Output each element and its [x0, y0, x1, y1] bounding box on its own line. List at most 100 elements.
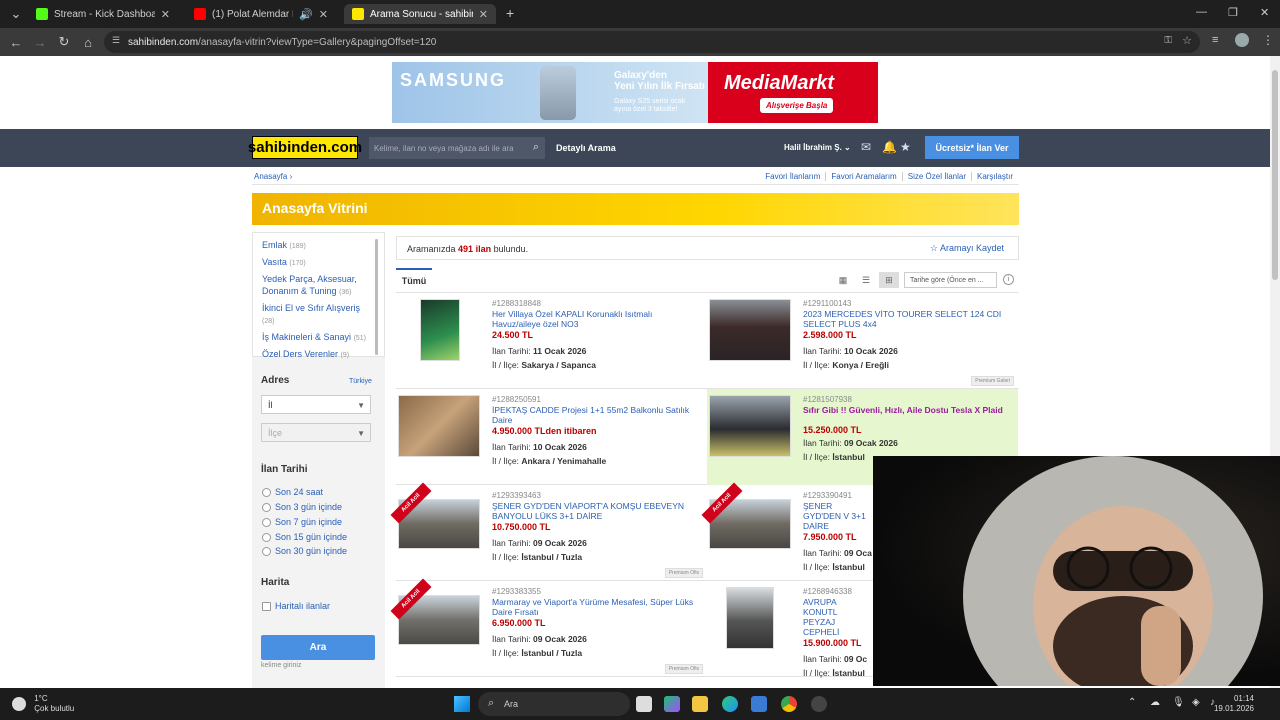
- country-link[interactable]: Türkiye: [349, 378, 372, 385]
- listing-card[interactable]: #1291100143 2023 MERCEDES VİTO TOURER SE…: [707, 293, 1018, 389]
- samsung-ad[interactable]: SAMSUNG Galaxy'den Yeni Yılın İlk Fırsatı…: [392, 62, 708, 123]
- favorites-star-icon[interactable]: ★: [900, 140, 911, 154]
- tab-search-icon[interactable]: ⌄: [4, 2, 28, 26]
- weather-widget[interactable]: 1°C Çok bulutlu: [12, 694, 74, 714]
- listing-card[interactable]: Acil Acil #1293383355 Marmaray ve Viapor…: [390, 578, 707, 677]
- chrome-icon[interactable]: [781, 696, 797, 712]
- listing-card[interactable]: Acil Acil #1293393463 ŞENER GYD'DEN VİAP…: [390, 482, 707, 581]
- speaker-icon[interactable]: 🔊: [299, 8, 313, 21]
- bell-icon[interactable]: 🔔: [882, 140, 897, 154]
- site-logo[interactable]: sahibinden.com: [248, 136, 362, 159]
- listing-card[interactable]: #1288250591 İPEKTAŞ CADDE Projesi 1+1 55…: [396, 389, 707, 485]
- listing-title[interactable]: ŞENER GYD'DEN VİAPORT'A KOMŞU EBEVEYN BA…: [492, 501, 698, 521]
- media-controls-icon[interactable]: ≡: [1212, 34, 1218, 46]
- ad-banner[interactable]: SAMSUNG Galaxy'den Yeni Yılın İlk Fırsatı…: [392, 62, 878, 123]
- tab-all[interactable]: Tümü: [396, 268, 432, 292]
- edge-icon[interactable]: [722, 696, 738, 712]
- store-icon[interactable]: [751, 696, 767, 712]
- tab-youtube[interactable]: (1) Polat Alemdar Racon Sa 🔊 ✕: [186, 4, 336, 24]
- address-bar[interactable]: ☰ sahibinden.com /anasayfa-vitrin?viewTy…: [104, 31, 1200, 53]
- save-search-link[interactable]: ☆ Aramayı Kaydet: [930, 243, 1004, 254]
- close-tab-icon[interactable]: ✕: [161, 8, 170, 21]
- mediamarkt-ad[interactable]: MediaMarkt Alışverişe Başla: [708, 62, 878, 123]
- wifi-icon[interactable]: ◈: [1192, 697, 1200, 708]
- category-emlak[interactable]: Emlak (189): [262, 239, 384, 253]
- sort-select[interactable]: Tarihe göre (Önce en ...: [904, 272, 997, 288]
- breadcrumb[interactable]: Anasayfa ›: [254, 172, 292, 181]
- listing-image[interactable]: [726, 587, 774, 649]
- site-search-input[interactable]: Kelime, ilan no veya mağaza adı ile ara …: [369, 137, 545, 159]
- site-info-icon[interactable]: ☰: [112, 35, 120, 46]
- gallery-view-icon[interactable]: ⊞: [879, 272, 899, 288]
- listing-image[interactable]: [420, 299, 460, 361]
- category-ozel-ders[interactable]: Özel Ders Verenler (9): [262, 348, 384, 362]
- table-view-icon[interactable]: ▦: [833, 272, 853, 288]
- microphone-icon[interactable]: 🎙: [1172, 697, 1185, 708]
- scrollbar-thumb[interactable]: [1272, 70, 1278, 280]
- date-option-30d[interactable]: Son 30 gün içinde: [262, 546, 347, 556]
- listing-title[interactable]: AVRUPA KONUTL PEYZAJ CEPHELİ: [803, 597, 869, 637]
- detailed-search-link[interactable]: Detaylı Arama: [556, 143, 616, 153]
- search-icon[interactable]: ⌕: [533, 141, 539, 154]
- task-view-icon[interactable]: [636, 696, 652, 712]
- user-menu[interactable]: Halil İbrahim Ş. ⌄: [784, 143, 851, 152]
- listing-image[interactable]: [709, 299, 791, 361]
- file-explorer-icon[interactable]: [692, 696, 708, 712]
- city-select[interactable]: İl ▼: [261, 395, 371, 414]
- ad-cta-button[interactable]: Alışverişe Başla: [760, 98, 834, 113]
- favorite-searches-link[interactable]: Favori Aramalarım: [825, 172, 901, 181]
- favorite-listings-link[interactable]: Favori İlanlarım: [760, 172, 825, 181]
- minimize-icon[interactable]: —: [1196, 6, 1207, 18]
- list-view-icon[interactable]: ☰: [856, 272, 876, 288]
- home-icon[interactable]: ⌂: [76, 30, 100, 54]
- date-option-3d[interactable]: Son 3 gün içinde: [262, 502, 342, 512]
- district-select[interactable]: İlçe ▼: [261, 423, 371, 442]
- windows-start-icon[interactable]: [454, 696, 470, 712]
- listing-card[interactable]: #1288318848 Her Villaya Özel KAPALI Koru…: [396, 293, 707, 389]
- obs-icon[interactable]: [811, 696, 827, 712]
- listing-image[interactable]: [398, 395, 480, 457]
- category-is-makineleri[interactable]: İş Makineleri & Sanayi (51): [262, 331, 384, 345]
- back-icon[interactable]: ←: [4, 30, 28, 54]
- listing-title[interactable]: Sıfır Gibi !! Güvenli, Hızlı, Aile Dostu…: [803, 405, 1009, 415]
- category-yedek-parca[interactable]: Yedek Parça, Aksesuar, Donanım & Tuning …: [262, 273, 366, 299]
- close-tab-icon[interactable]: ✕: [319, 8, 328, 21]
- new-tab-button[interactable]: +: [506, 5, 514, 21]
- listing-title[interactable]: İPEKTAŞ CADDE Projesi 1+1 55m2 Balkonlu …: [492, 405, 698, 425]
- compare-link[interactable]: Karşılaştır: [970, 172, 1018, 181]
- listing-title[interactable]: Marmaray ve Viaport'a Yürüme Mesafesi, S…: [492, 597, 698, 617]
- tray-chevron-icon[interactable]: ⌃: [1128, 697, 1136, 708]
- close-tab-icon[interactable]: ✕: [479, 8, 488, 21]
- key-icon[interactable]: ⚿: [1164, 35, 1172, 46]
- date-option-7d[interactable]: Son 7 gün içinde: [262, 517, 342, 527]
- taskbar-search[interactable]: ⌕ Ara: [478, 692, 630, 716]
- reload-icon[interactable]: ↻: [52, 30, 76, 54]
- copilot-icon[interactable]: [664, 696, 680, 712]
- search-button[interactable]: Ara: [261, 635, 375, 660]
- listing-title[interactable]: ŞENER GYD'DEN V 3+1 DAİRE: [803, 501, 869, 531]
- tab-kick-dashboard[interactable]: Stream - Kick Dashboard ✕: [28, 4, 178, 24]
- post-ad-button[interactable]: Ücretsiz* İlan Ver: [925, 136, 1019, 159]
- category-scrollbar[interactable]: [375, 239, 378, 355]
- listing-title[interactable]: Her Villaya Özel KAPALI Korunaklı Isıtma…: [492, 309, 698, 329]
- clock[interactable]: 01:14 19.01.2026: [1214, 694, 1254, 714]
- date-option-15d[interactable]: Son 15 gün içinde: [262, 532, 347, 542]
- profile-avatar[interactable]: [1235, 33, 1249, 47]
- network-icon[interactable]: ☁: [1150, 697, 1160, 708]
- menu-icon[interactable]: ⋮: [1262, 33, 1274, 47]
- bookmark-star-icon[interactable]: ☆: [1182, 34, 1192, 47]
- for-you-listings-link[interactable]: Size Özel İlanlar: [901, 172, 971, 181]
- map-listings-checkbox[interactable]: Haritalı ilanlar: [262, 601, 330, 611]
- tab-sahibinden[interactable]: Arama Sonucu - sahibinden.com ✕: [344, 4, 496, 24]
- date-option-24h[interactable]: Son 24 saat: [262, 487, 323, 497]
- listing-title[interactable]: 2023 MERCEDES VİTO TOURER SELECT 124 CDI…: [803, 309, 1009, 329]
- mail-icon[interactable]: ✉: [861, 140, 871, 154]
- category-ikinci-el[interactable]: İkinci El ve Sıfır Alışveriş (28): [262, 302, 370, 328]
- restore-icon[interactable]: ❐: [1228, 6, 1238, 19]
- forward-icon[interactable]: →: [28, 30, 52, 54]
- info-icon[interactable]: i: [1003, 274, 1014, 285]
- category-vasita[interactable]: Vasıta (170): [262, 256, 384, 270]
- listing-image[interactable]: [709, 395, 791, 457]
- close-window-icon[interactable]: ✕: [1260, 6, 1269, 19]
- listing-date: İlan Tarihi: 09 Ocak 2026: [803, 438, 898, 448]
